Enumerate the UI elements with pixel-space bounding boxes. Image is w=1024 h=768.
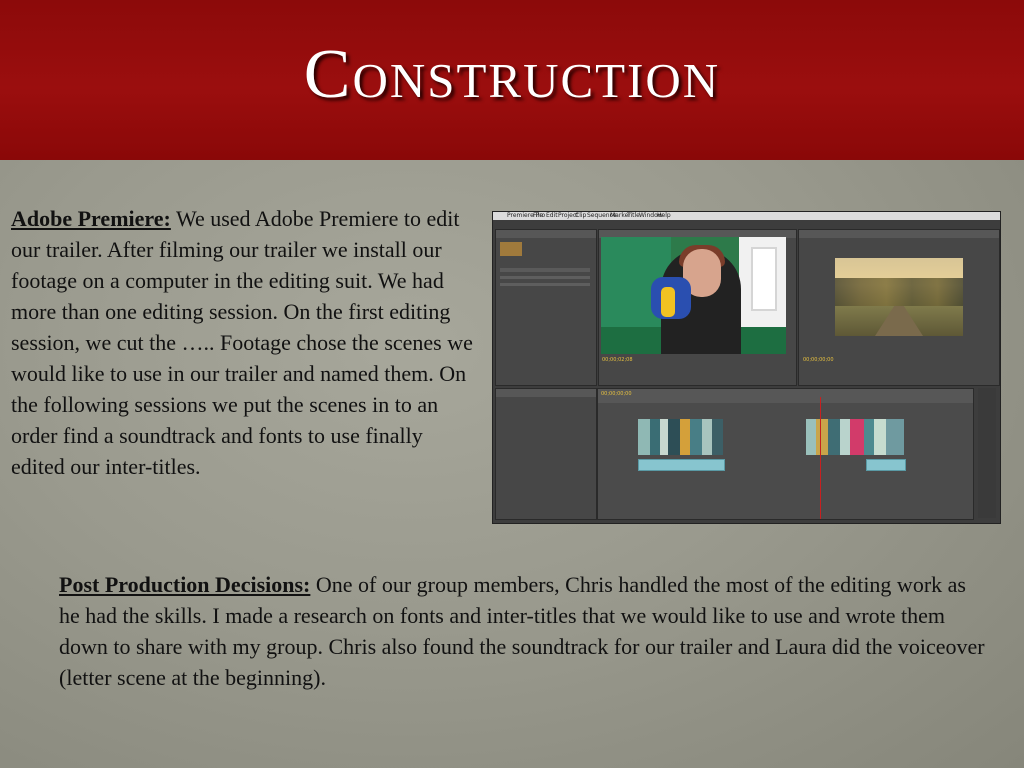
- source-timecode: 00;00;02;08: [602, 357, 633, 363]
- menu-item: File: [533, 212, 544, 219]
- project-thumbnail: [500, 242, 522, 256]
- adobe-premiere-heading: Adobe Premiere:: [11, 206, 171, 231]
- video-clip: [638, 419, 723, 455]
- premiere-screenshot: Premiere Pro File Edit Project Clip Sequ…: [492, 211, 1001, 524]
- app-menubar: Premiere Pro File Edit Project Clip Sequ…: [493, 212, 1000, 220]
- program-timecode: 00;00;00;00: [803, 357, 834, 363]
- slide-title: Construction: [303, 36, 721, 113]
- audio-clip: [866, 459, 906, 471]
- title-banner: Construction: [0, 0, 1024, 160]
- audio-clip: [638, 459, 725, 471]
- timeline-scrollbar: [978, 388, 996, 518]
- project-panel: [495, 229, 597, 386]
- menu-item: Title: [627, 212, 640, 219]
- menu-item: Clip: [575, 212, 587, 219]
- playhead: [820, 397, 821, 519]
- video-track: [598, 419, 973, 455]
- timeline-panel: 00;00;00;00: [597, 388, 974, 520]
- timeline-timecode: 00;00;00;00: [601, 391, 632, 397]
- menu-item: Help: [657, 212, 671, 219]
- program-video-frame: [835, 258, 963, 336]
- adobe-premiere-paragraph: Adobe Premiere: We used Adobe Premiere t…: [11, 203, 481, 482]
- timeline-ruler: [598, 389, 973, 403]
- effects-panel: [495, 388, 597, 520]
- source-video-frame: [601, 237, 786, 354]
- post-production-heading: Post Production Decisions:: [59, 572, 311, 597]
- post-production-paragraph: Post Production Decisions: One of our gr…: [59, 569, 989, 693]
- menu-item: Edit: [546, 212, 558, 219]
- adobe-premiere-text: We used Adobe Premiere to edit our trail…: [11, 206, 473, 479]
